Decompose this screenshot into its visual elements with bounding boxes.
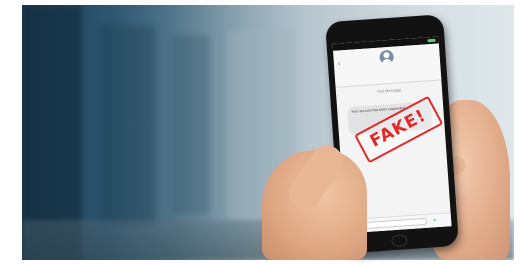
home-button[interactable] xyxy=(391,234,408,248)
background-window-panel xyxy=(172,35,210,215)
conversation-header: ‹ xyxy=(333,43,442,88)
sender-subtitle xyxy=(335,67,441,74)
battery-icon xyxy=(427,38,436,43)
back-chevron-icon[interactable]: ‹ xyxy=(338,60,341,67)
background-window-panel xyxy=(100,25,155,225)
contact-avatar-icon[interactable] xyxy=(379,49,395,65)
send-button[interactable]: ➤ xyxy=(433,217,437,222)
